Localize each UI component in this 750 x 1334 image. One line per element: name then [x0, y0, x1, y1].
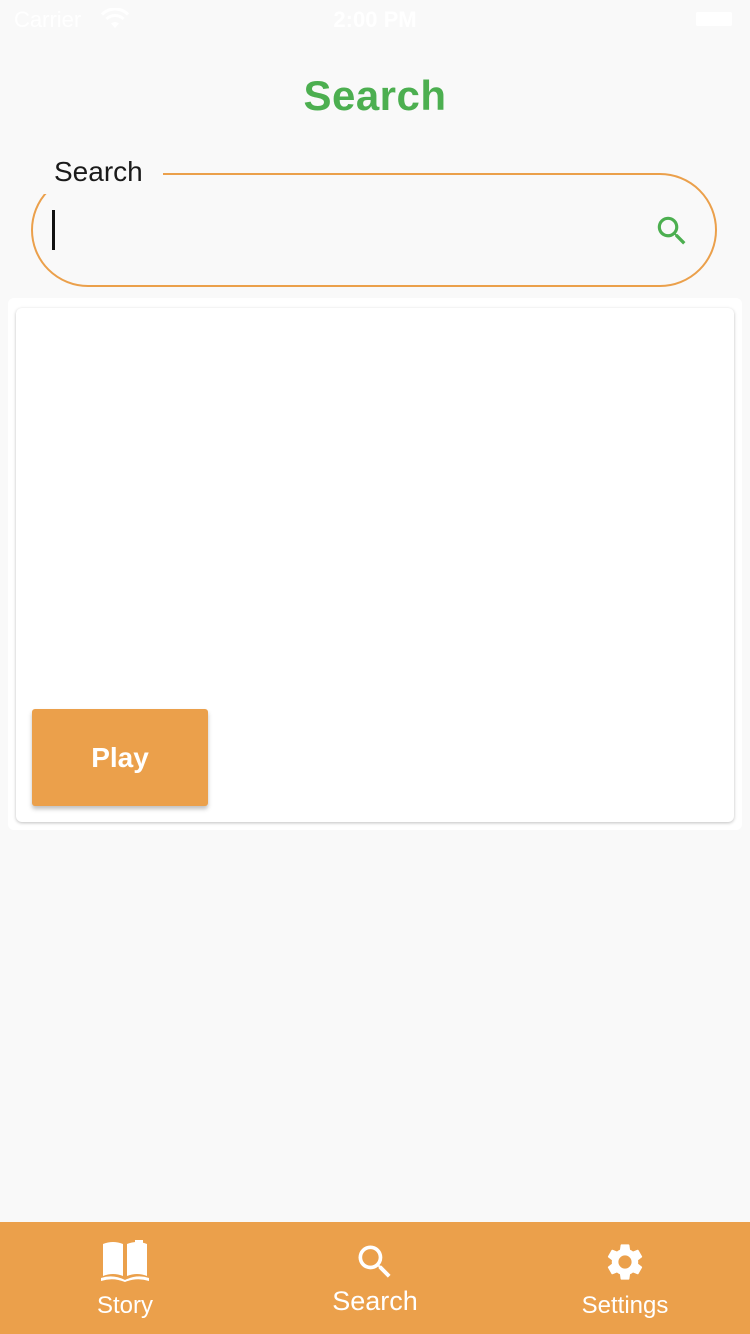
play-button[interactable]: Play: [32, 709, 208, 806]
gear-icon: [607, 1244, 643, 1280]
nav-item-search[interactable]: Search: [250, 1222, 500, 1334]
nav-label-story: Story: [96, 1292, 153, 1319]
nav-label-settings: Settings: [581, 1292, 669, 1319]
nav-item-story[interactable]: Story: [0, 1222, 250, 1334]
search-icon: [358, 1245, 391, 1278]
search-label: Search: [54, 156, 143, 187]
search-label-wrap: Search: [36, 150, 163, 194]
status-time: 2:00 PM: [333, 7, 417, 32]
battery-icon: [696, 12, 732, 26]
search-button[interactable]: [646, 205, 698, 257]
text-cursor: [52, 210, 55, 250]
search-input[interactable]: [52, 196, 616, 268]
nav-item-settings[interactable]: Settings: [500, 1222, 750, 1334]
nav-label-search: Search: [332, 1286, 418, 1316]
search-icon: [657, 216, 686, 245]
bottom-nav: Story Search Settings: [0, 1222, 750, 1334]
page-title: Search: [303, 72, 447, 119]
status-bar: Carrier 2:00 PM: [0, 0, 750, 40]
book-icon: [101, 1240, 149, 1282]
